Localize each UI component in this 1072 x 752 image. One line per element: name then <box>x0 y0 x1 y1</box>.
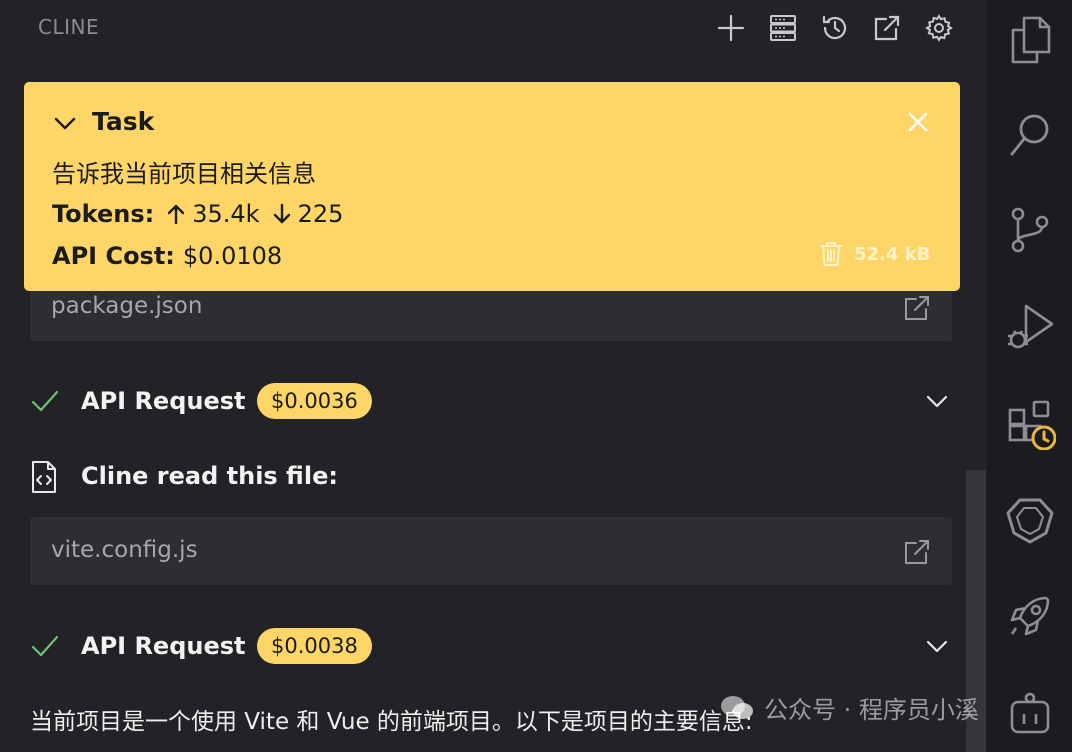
wechat-icon <box>721 695 753 719</box>
file-name: vite.config.js <box>51 537 198 563</box>
arrow-down-icon <box>273 203 290 224</box>
task-title: Task <box>92 107 155 136</box>
chevron-down-icon[interactable] <box>922 386 952 416</box>
panel-title: CLINE <box>38 15 100 39</box>
api-request-row[interactable]: API Request $0.0036 <box>0 376 987 426</box>
run-debug-icon <box>1008 304 1054 349</box>
new-task-button[interactable] <box>713 10 749 46</box>
history-icon <box>822 15 847 40</box>
cost-value: $0.0108 <box>182 242 283 270</box>
api-request-label: API Request <box>81 632 246 660</box>
file-name: package.json <box>51 293 203 319</box>
activity-explorer[interactable] <box>1004 14 1056 66</box>
check-icon <box>31 635 59 657</box>
trash-icon[interactable] <box>818 240 844 268</box>
activity-cline[interactable] <box>1004 494 1056 546</box>
popout-icon <box>874 15 900 41</box>
activity-deploy[interactable] <box>1004 590 1056 642</box>
close-task-button[interactable] <box>902 106 934 138</box>
remote-icon <box>1010 692 1050 734</box>
file-code-icon <box>32 461 56 493</box>
read-file-label: Cline read this file: <box>81 462 338 490</box>
read-file-header: Cline read this file: <box>0 456 987 496</box>
activity-run-debug[interactable] <box>1004 300 1056 352</box>
cline-icon <box>1006 498 1054 544</box>
panel-header: CLINE <box>0 0 987 56</box>
assistant-answer-text: 当前项目是一个使用 Vite 和 Vue 的前端项目。以下是项目的主要信息: <box>30 709 753 735</box>
open-external-icon[interactable] <box>902 537 932 567</box>
activity-search[interactable] <box>1004 108 1056 160</box>
chevron-down-icon[interactable] <box>52 110 78 136</box>
settings-button[interactable] <box>921 10 957 46</box>
source-control-icon <box>1011 207 1049 253</box>
app-root: CLINE package.json Task 告诉我当前项目相关信息 Toke… <box>0 0 1072 752</box>
api-cost-badge: $0.0038 <box>257 628 372 664</box>
extensions-icon <box>1008 400 1057 451</box>
mcp-servers-button[interactable] <box>765 10 801 46</box>
activity-source-control[interactable] <box>1004 204 1056 256</box>
chevron-down-icon[interactable] <box>922 631 952 661</box>
task-text: 告诉我当前项目相关信息 <box>52 160 316 188</box>
file-row-vite-config[interactable]: vite.config.js <box>30 517 952 585</box>
arrow-up-icon <box>168 204 185 225</box>
cline-panel: CLINE package.json Task 告诉我当前项目相关信息 Toke… <box>0 0 987 752</box>
search-icon <box>1010 114 1049 156</box>
watermark: 公众号 · 程序员小溪 <box>720 690 979 725</box>
activity-remote[interactable] <box>1004 688 1056 740</box>
activity-extensions[interactable] <box>1004 398 1057 451</box>
gear-icon <box>925 14 953 42</box>
tokens-label: Tokens: <box>52 200 155 228</box>
popout-button[interactable] <box>869 10 905 46</box>
open-external-icon[interactable] <box>902 293 932 323</box>
task-cost: API Cost: $0.0108 <box>52 242 282 270</box>
tokens-up-value: 35.4k <box>192 200 260 228</box>
files-icon <box>1011 16 1051 64</box>
check-icon <box>31 390 59 412</box>
task-tokens: Tokens: 35.4k 225 <box>52 200 343 228</box>
api-request-row[interactable]: API Request $0.0038 <box>0 621 987 671</box>
plus-icon <box>717 14 745 42</box>
cost-label: API Cost: <box>52 242 175 270</box>
task-size[interactable]: 52.4 kB <box>818 240 930 268</box>
rocket-icon <box>1010 596 1050 636</box>
task-size-value: 52.4 kB <box>854 243 931 265</box>
server-icon <box>770 15 796 41</box>
api-cost-badge: $0.0036 <box>257 383 372 419</box>
watermark-text: 公众号 · 程序员小溪 <box>764 696 979 724</box>
history-button[interactable] <box>817 10 853 46</box>
activity-bar <box>987 0 1072 752</box>
task-card[interactable]: Task 告诉我当前项目相关信息 Tokens: 35.4k 225 API C… <box>24 82 960 291</box>
tokens-down-value: 225 <box>297 200 344 228</box>
close-icon <box>908 112 928 132</box>
api-request-label: API Request <box>81 387 246 415</box>
